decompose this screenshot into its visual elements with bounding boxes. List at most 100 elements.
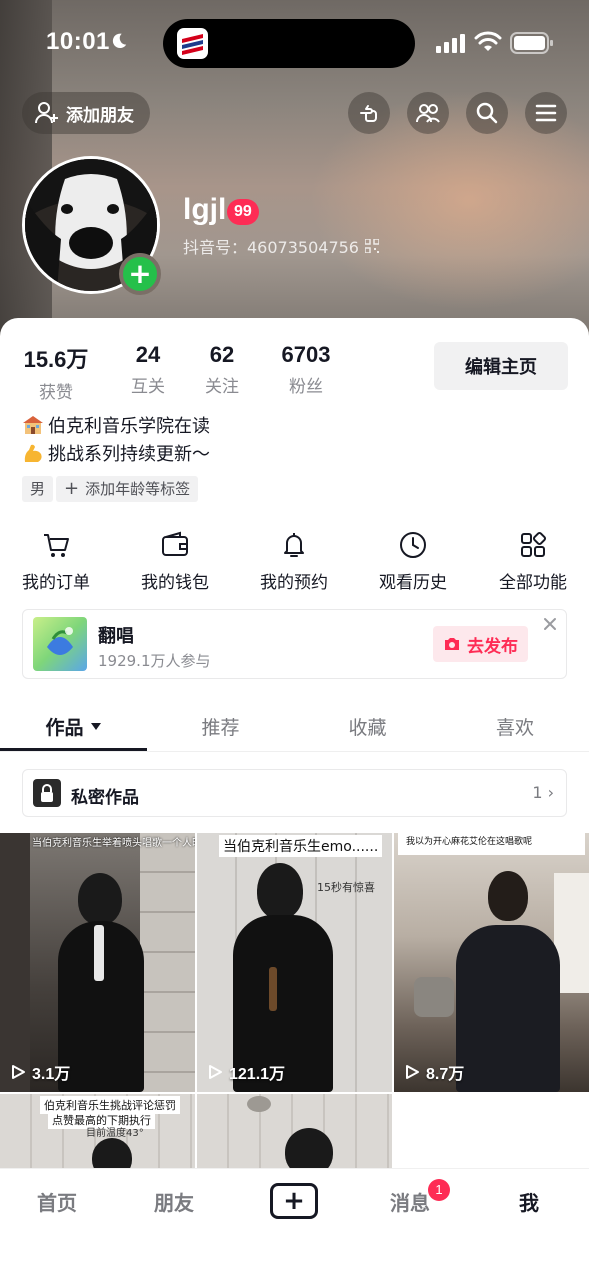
tab-recommended[interactable]: 推荐 — [147, 700, 294, 752]
wallet-icon — [162, 531, 188, 556]
func-wallet[interactable]: 我的钱包 — [125, 530, 225, 593]
play-count: 3.1万 — [10, 1060, 70, 1084]
status-bar: 10:01 — [0, 0, 589, 86]
douyin-id-text: 抖音号：46073504756 — [183, 238, 359, 257]
status-time: 10:01 — [46, 28, 110, 55]
stat-following[interactable]: 62 关注 — [202, 342, 242, 397]
func-label: 我的钱包 — [141, 573, 209, 593]
play-count: 121.1万 — [207, 1060, 285, 1084]
func-reservations[interactable]: 我的预约 — [244, 530, 344, 593]
private-count-value: 1 — [532, 783, 543, 802]
nav-me[interactable]: 我 — [519, 1187, 539, 1216]
publish-button[interactable]: 去发布 — [433, 626, 528, 662]
video-tile[interactable]: 当伯克利音乐生emo...... 15秒有惊喜 121.1万 — [197, 833, 392, 1092]
nav-messages[interactable]: 消息 — [390, 1187, 430, 1216]
add-tag-label: 添加年龄等标签 — [85, 480, 191, 498]
video-tile[interactable]: 伯克利音乐生挑战评论惩罚 点赞最高的下期执行 目前温度43° — [0, 1094, 195, 1168]
video-caption: 当伯克利音乐生举着喷头唱歌一个人时 — [32, 838, 195, 849]
play-count: 8.7万 — [404, 1060, 464, 1084]
tab-label: 收藏 — [348, 716, 387, 739]
wifi-icon — [474, 31, 502, 51]
people-icon — [416, 104, 440, 123]
gender-tag: 男 — [22, 476, 54, 502]
signal-icon — [436, 34, 465, 53]
create-button[interactable]: + — [270, 1183, 318, 1219]
visitor-button[interactable] — [348, 92, 390, 134]
chevron-right-icon: › — [547, 783, 554, 802]
video-tile[interactable]: 我以为开心麻花艾伦在这唱歌呢 8.7万 — [394, 833, 589, 1092]
func-all[interactable]: 全部功能 — [483, 530, 583, 593]
stat-value: 62 — [209, 342, 235, 367]
lock-icon — [33, 779, 61, 807]
promo-thumbnail — [33, 617, 87, 671]
tab-favorites[interactable]: 收藏 — [294, 700, 441, 752]
flexed-biceps-icon — [24, 444, 42, 462]
add-friend-label: 添加朋友 — [66, 105, 134, 126]
private-works-row[interactable]: 私密作品 1 › — [22, 769, 567, 817]
video-sub-caption: 目前温度43° — [86, 1128, 144, 1139]
play-count-value: 3.1万 — [32, 1066, 71, 1083]
add-avatar-story-button[interactable]: + — [119, 253, 161, 295]
stat-mutual[interactable]: 24 互关 — [128, 342, 168, 397]
func-orders[interactable]: 我的订单 — [6, 530, 106, 593]
close-icon[interactable] — [540, 614, 560, 634]
bell-icon — [284, 533, 304, 557]
menu-icon — [535, 104, 557, 122]
private-works-count: 1 › — [532, 783, 554, 802]
stat-label: 关注 — [205, 377, 239, 397]
add-friend-button[interactable]: 添加朋友 — [22, 92, 150, 134]
play-count-value: 121.1万 — [229, 1066, 286, 1083]
add-tag-button[interactable]: + 添加年龄等标签 — [56, 476, 199, 502]
menu-button[interactable] — [525, 92, 567, 134]
tab-label: 喜欢 — [495, 716, 534, 739]
douyin-id[interactable]: 抖音号：46073504756 — [183, 234, 379, 258]
bio-line: 挑战系列持续更新～ — [22, 440, 210, 466]
func-label: 观看历史 — [379, 573, 447, 593]
video-caption: 当伯克利音乐生emo...... — [219, 835, 383, 857]
friends-button[interactable] — [407, 92, 449, 134]
func-label: 我的订单 — [22, 573, 90, 593]
publish-label: 去发布 — [467, 636, 518, 657]
video-tile[interactable] — [197, 1094, 392, 1168]
play-count-value: 8.7万 — [426, 1066, 465, 1083]
func-label: 全部功能 — [499, 573, 567, 593]
stat-value: 6703 — [281, 342, 331, 367]
tab-label: 推荐 — [201, 716, 240, 739]
search-button[interactable] — [466, 92, 508, 134]
tab-works[interactable]: 作品 — [0, 700, 147, 752]
camera-icon — [445, 638, 459, 650]
stat-label: 获赞 — [39, 383, 73, 403]
qr-code-icon — [364, 239, 379, 253]
pointing-hand-icon — [360, 105, 377, 122]
video-caption: 我以为开心麻花艾伦在这唱歌呢 — [406, 837, 533, 847]
cart-icon — [44, 534, 69, 557]
func-history[interactable]: 观看历史 — [363, 530, 463, 593]
stat-likes[interactable]: 15.6万 获赞 — [22, 342, 90, 403]
video-tile[interactable]: 当伯克利音乐生举着喷头唱歌一个人时 3.1万 — [0, 833, 195, 1092]
level-badge: 99 — [227, 199, 259, 225]
video-sub-caption: 15秒有惊喜 — [317, 881, 375, 894]
play-icon — [406, 1065, 419, 1079]
cover-song-promo[interactable]: 翻唱 1929.1万人参与 去发布 — [22, 609, 567, 679]
messages-badge: 1 — [428, 1179, 450, 1201]
search-icon — [476, 102, 498, 124]
add-person-icon — [35, 102, 58, 124]
bio-text: 伯克利音乐学院在读 — [48, 416, 210, 437]
active-tab-indicator — [0, 748, 147, 751]
stat-label: 互关 — [131, 377, 165, 397]
edit-profile-button[interactable]: 编辑主页 — [434, 342, 568, 390]
func-label: 我的预约 — [260, 573, 328, 593]
play-icon — [12, 1065, 25, 1079]
bio-text: 挑战系列持续更新～ — [48, 444, 210, 465]
battery-icon — [510, 32, 553, 54]
username: lgjl — [183, 193, 227, 226]
nav-home[interactable]: 首页 — [37, 1187, 77, 1216]
nav-friends[interactable]: 朋友 — [154, 1187, 194, 1216]
bank-app-icon — [177, 28, 208, 59]
stat-value: 15.6万 — [23, 347, 89, 372]
clock-icon — [400, 532, 426, 558]
stat-followers[interactable]: 6703 粉丝 — [279, 342, 333, 397]
tab-likes[interactable]: 喜欢 — [441, 700, 589, 752]
promo-subtitle: 1929.1万人参与 — [98, 652, 211, 670]
moon-icon — [112, 33, 127, 49]
